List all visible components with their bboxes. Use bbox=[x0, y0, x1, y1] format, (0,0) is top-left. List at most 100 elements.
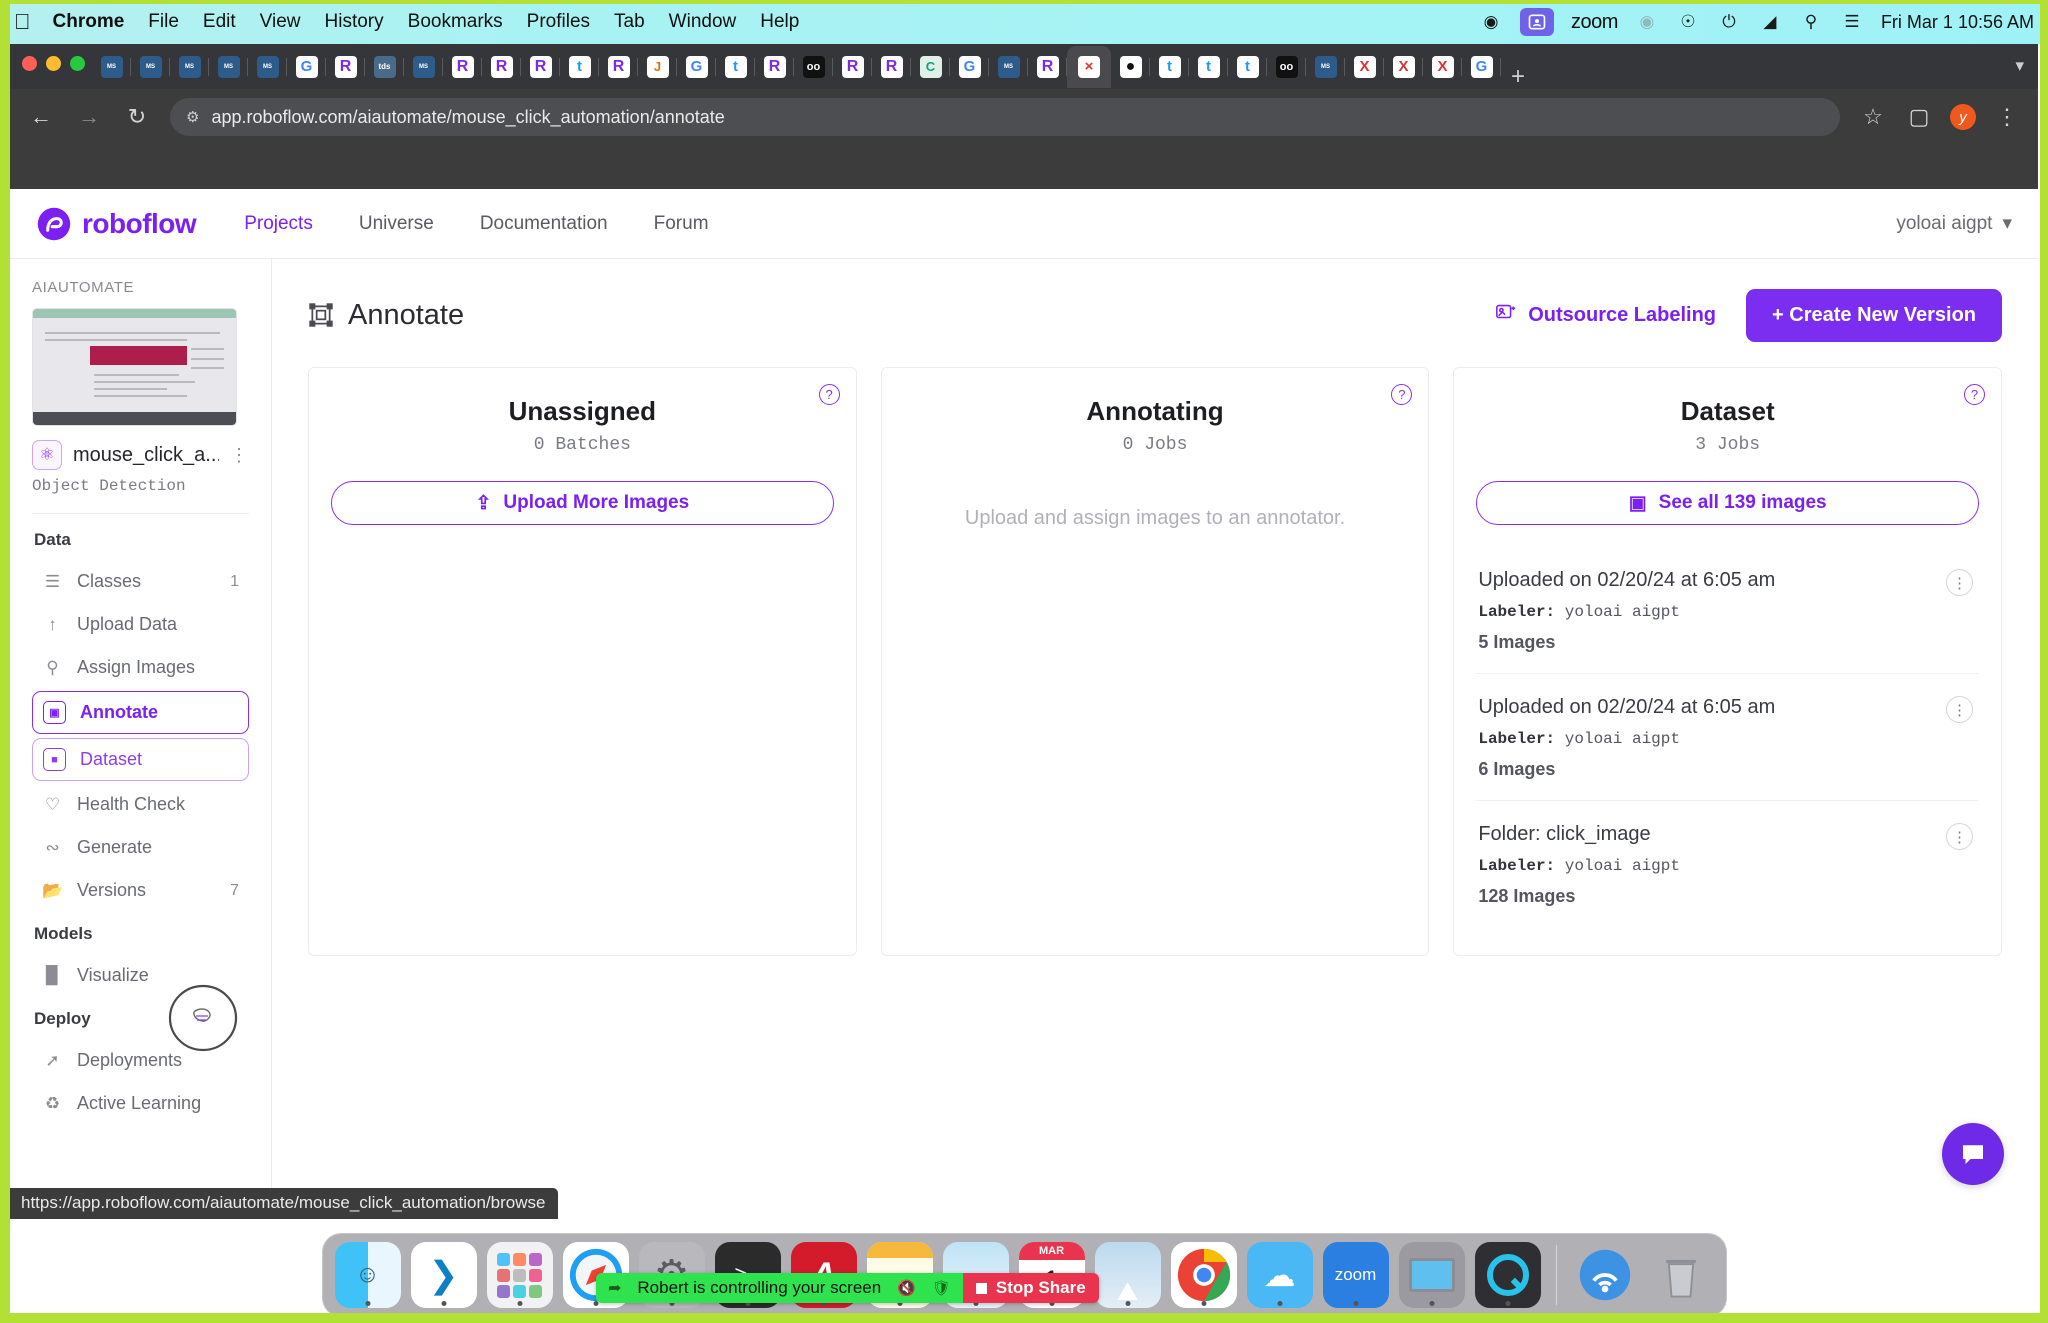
menu-item-window[interactable]: Window bbox=[669, 11, 737, 33]
browser-tab-33[interactable]: X bbox=[1384, 49, 1423, 85]
back-arrow-icon[interactable]: ← bbox=[26, 104, 56, 130]
airplay-icon[interactable]: ◉ bbox=[1635, 10, 1659, 34]
sidebar-item-generate[interactable]: ∾ Generate bbox=[32, 828, 249, 867]
menu-item-tab[interactable]: Tab bbox=[614, 11, 645, 33]
browser-tab-23[interactable]: MS bbox=[989, 49, 1028, 85]
browser-tab-17[interactable]: R bbox=[755, 49, 794, 85]
zoom-icon[interactable]: zoom bbox=[1322, 1242, 1389, 1308]
browser-tab-4[interactable]: MS bbox=[248, 49, 287, 85]
browser-tab-10[interactable]: R bbox=[482, 49, 521, 85]
browser-tab-11[interactable]: R bbox=[521, 49, 560, 85]
browser-tab-1[interactable]: MS bbox=[131, 49, 170, 85]
browser-tab-32[interactable]: X bbox=[1345, 49, 1384, 85]
dataset-job-row[interactable]: Uploaded on 02/20/24 at 6:05 am Labeler: … bbox=[1476, 547, 1980, 674]
browser-tab-31[interactable]: MS bbox=[1306, 49, 1345, 85]
menu-item-history[interactable]: History bbox=[325, 11, 384, 33]
browser-tab-15[interactable]: G bbox=[677, 49, 716, 85]
dataset-job-row[interactable]: Uploaded on 02/20/24 at 6:05 am Labeler: … bbox=[1476, 674, 1980, 801]
display-icon[interactable] bbox=[1398, 1242, 1465, 1308]
close-window-button[interactable] bbox=[22, 56, 37, 71]
address-bar[interactable]: ⚙ app.roboflow.com/aiautomate/mouse_clic… bbox=[170, 98, 1840, 136]
tab-list[interactable]: MS MS MS MS MS G Rtds MS R R Rt R J Gt Roo R R C G MS R × ● t t t… bbox=[92, 44, 1501, 89]
menu-item-file[interactable]: File bbox=[148, 11, 179, 33]
browser-tab-19[interactable]: R bbox=[833, 49, 872, 85]
sidebar-item-annotate[interactable]: ▣ Annotate bbox=[32, 691, 249, 734]
launchpad-icon[interactable] bbox=[486, 1242, 553, 1308]
window-controls[interactable] bbox=[22, 56, 85, 71]
browser-tab-28[interactable]: t bbox=[1189, 49, 1228, 85]
browser-tab-2[interactable]: MS bbox=[170, 49, 209, 85]
browser-tab-0[interactable]: MS bbox=[92, 49, 131, 85]
nav-link-documentation[interactable]: Documentation bbox=[480, 213, 608, 235]
question-mark-icon[interactable]: ? bbox=[818, 384, 840, 405]
stop-share-button[interactable]: Stop Share bbox=[962, 1273, 1099, 1303]
browser-tab-21[interactable]: C bbox=[911, 49, 950, 85]
avatar[interactable]: y bbox=[1950, 104, 1976, 130]
side-panel-icon[interactable]: ▢ bbox=[1904, 104, 1934, 130]
menu-item-bookmarks[interactable]: Bookmarks bbox=[408, 11, 503, 33]
trash-icon[interactable] bbox=[1648, 1242, 1714, 1308]
shield-icon[interactable]: 🛡 bbox=[932, 1279, 951, 1297]
do-not-disturb-icon[interactable]: ☉ bbox=[1676, 10, 1700, 34]
apple-icon[interactable]:  bbox=[14, 11, 31, 33]
browser-tab-22[interactable]: G bbox=[950, 49, 989, 85]
three-dot-menu-icon[interactable]: ⋮ bbox=[1946, 823, 1974, 850]
browser-tab-7[interactable]: tds bbox=[365, 49, 404, 85]
sidebar-item-versions[interactable]: 📂 Versions 7 bbox=[32, 871, 249, 910]
sidebar-item-classes[interactable]: ☰ Classes 1 bbox=[32, 562, 249, 601]
upload-more-images-button[interactable]: ⇪ Upload More Images bbox=[331, 481, 834, 525]
project-row[interactable]: ⚛ mouse_click_a... ⋮ bbox=[32, 440, 249, 470]
browser-tab-8[interactable]: MS bbox=[404, 49, 443, 85]
browser-tab-13[interactable]: R bbox=[599, 49, 638, 85]
site-settings-icon[interactable]: ⚙ bbox=[186, 108, 199, 126]
battery-icon[interactable]: ⏻ bbox=[1717, 10, 1741, 34]
roboflow-logo[interactable]: roboflow bbox=[36, 206, 197, 242]
outsource-labeling-button[interactable]: Outsource Labeling bbox=[1495, 301, 1716, 329]
browser-tab-16[interactable]: t bbox=[716, 49, 755, 85]
sidebar-item-health-check[interactable]: ♡ Health Check bbox=[32, 785, 249, 824]
maximize-window-button[interactable] bbox=[70, 56, 85, 71]
dataset-job-row[interactable]: Folder: click_image Labeler: yoloai aigpt… bbox=[1476, 801, 1979, 927]
browser-tab-9[interactable]: R bbox=[443, 49, 482, 85]
sidebar-item-active-learning[interactable]: ♻ Active Learning bbox=[32, 1084, 249, 1123]
menu-item-view[interactable]: View bbox=[260, 11, 301, 33]
question-mark-icon[interactable]: ? bbox=[1391, 384, 1413, 405]
browser-tab-20[interactable]: R bbox=[872, 49, 911, 85]
browser-tab-35[interactable]: G bbox=[1462, 49, 1501, 85]
sidebar-item-visualize[interactable]: ▉ Visualize bbox=[32, 956, 249, 995]
browser-tab-6[interactable]: R bbox=[326, 49, 365, 85]
browser-tab-30[interactable]: oo bbox=[1267, 49, 1306, 85]
sidebar-item-deployments[interactable]: ➚ Deployments bbox=[32, 1041, 249, 1080]
new-tab-button[interactable]: + bbox=[1511, 65, 1525, 89]
three-dot-menu-icon[interactable]: ⋮ bbox=[1946, 696, 1974, 723]
address-bar-url[interactable]: app.roboflow.com/aiautomate/mouse_click_… bbox=[211, 107, 724, 128]
dropbox-icon[interactable]: ◉ bbox=[1479, 10, 1503, 34]
browser-tab-5[interactable]: G bbox=[287, 49, 326, 85]
vscode-icon[interactable]: ❯ bbox=[410, 1242, 477, 1308]
menu-item-chrome[interactable]: Chrome bbox=[53, 11, 125, 33]
search-icon[interactable]: ⚲ bbox=[1799, 10, 1823, 34]
three-dot-menu-icon[interactable]: ⋮ bbox=[1992, 104, 2022, 130]
create-new-version-button[interactable]: + Create New Version bbox=[1746, 288, 2002, 342]
nav-link-universe[interactable]: Universe bbox=[359, 213, 434, 235]
chat-bubble-icon[interactable] bbox=[1942, 1123, 2004, 1185]
quicktime-icon[interactable] bbox=[1474, 1242, 1541, 1308]
browser-tab-34[interactable]: X bbox=[1423, 49, 1462, 85]
browser-tab-14[interactable]: J bbox=[638, 49, 677, 85]
sidebar-item-assign-images[interactable]: ⚲ Assign Images bbox=[32, 648, 249, 687]
three-dot-menu-icon[interactable]: ⋮ bbox=[1946, 569, 1974, 596]
browser-tab-12[interactable]: t bbox=[560, 49, 599, 85]
mic-muted-icon[interactable]: 🔇 bbox=[897, 1279, 916, 1297]
nav-link-forum[interactable]: Forum bbox=[654, 213, 709, 235]
forward-arrow-icon[interactable]: → bbox=[74, 104, 104, 130]
project-name[interactable]: mouse_click_a... bbox=[73, 444, 219, 467]
minimize-window-button[interactable] bbox=[46, 56, 61, 71]
tab-search-chevron-down-icon[interactable]: ▾ bbox=[2015, 56, 2024, 76]
user-menu[interactable]: yoloai aigpt ▾ bbox=[1896, 212, 2012, 235]
weather-icon[interactable]: ☁ bbox=[1246, 1242, 1313, 1308]
clock[interactable]: Fri Mar 1 10:56 AM bbox=[1881, 12, 2034, 33]
browser-tab-27[interactable]: t bbox=[1150, 49, 1189, 85]
airdrop-icon[interactable] bbox=[1572, 1242, 1638, 1308]
menu-item-profiles[interactable]: Profiles bbox=[527, 11, 590, 33]
reload-icon[interactable]: ↻ bbox=[122, 104, 152, 130]
